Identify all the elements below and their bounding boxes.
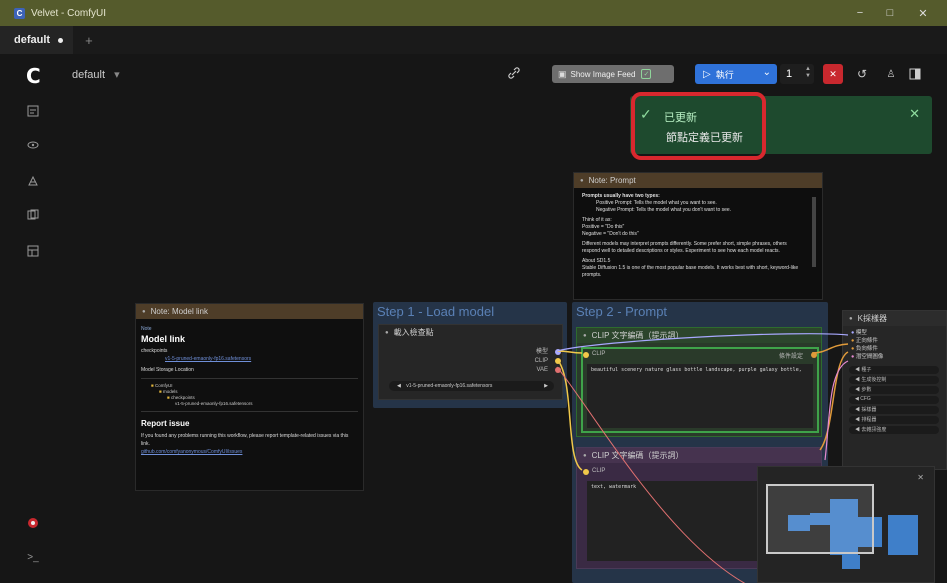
comfyui-window: C Velvet - ComfyUI − □ ✕ default + C def… (0, 0, 947, 583)
clip-link (556, 350, 583, 354)
minimap-node (888, 515, 918, 555)
negative-conditioning-link (819, 351, 849, 451)
minimap[interactable]: ✕ (757, 466, 935, 583)
minimap-close-icon[interactable]: ✕ (917, 473, 924, 482)
model-link (556, 333, 849, 352)
clip-link (556, 358, 583, 471)
minimap-viewport[interactable] (766, 484, 874, 554)
minimap-node (842, 555, 860, 569)
positive-conditioning-link (811, 343, 849, 354)
latent-link (824, 360, 849, 461)
